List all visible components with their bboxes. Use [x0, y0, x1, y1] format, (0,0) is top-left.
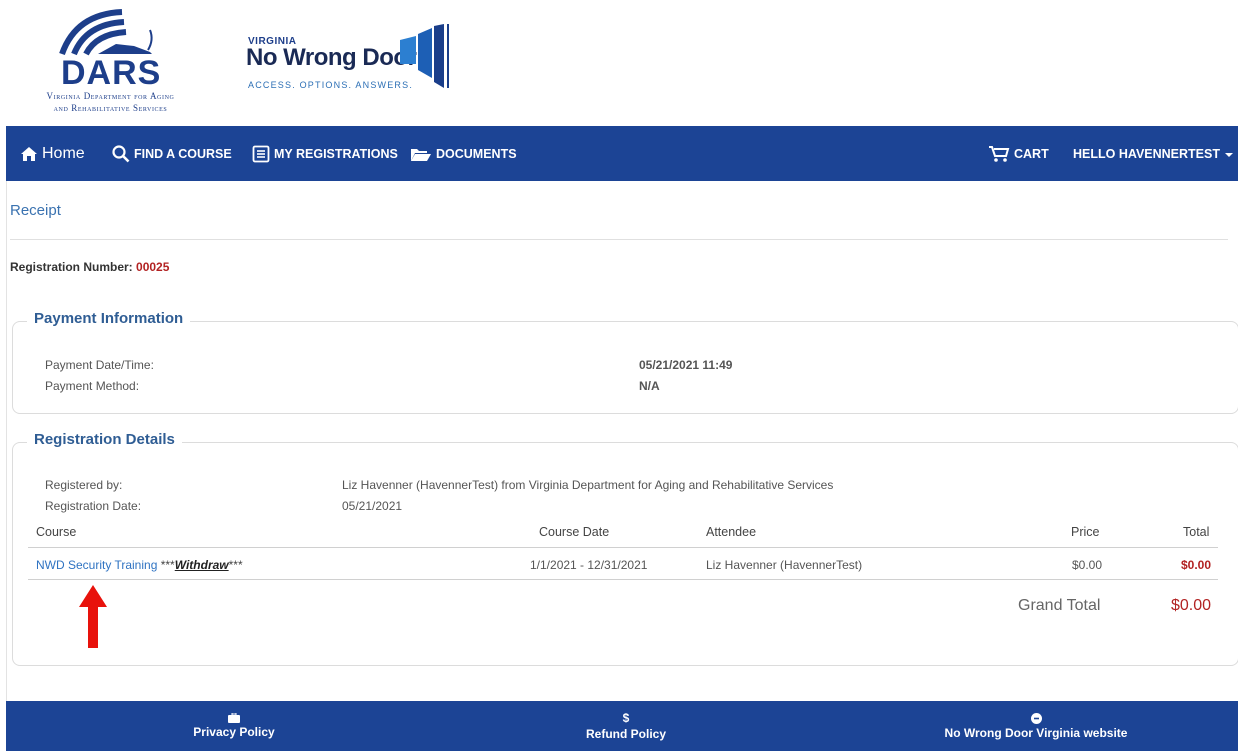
footer-nwd-label: No Wrong Door Virginia website — [944, 725, 1128, 740]
nav-user-label: HELLO HAVENNERTEST — [1073, 146, 1220, 161]
registered-by-label: Registered by: — [45, 478, 123, 492]
page-title: Receipt — [10, 202, 61, 219]
nav-documents[interactable]: DOCUMENTS — [410, 126, 517, 181]
registration-number-value: 00025 — [136, 260, 170, 274]
grand-total-value: $0.00 — [1171, 597, 1212, 614]
total-cell: $0.00 — [1181, 558, 1212, 572]
chevron-down-icon — [1225, 152, 1233, 157]
nav-my-registrations[interactable]: MY REGISTRATIONS — [252, 126, 398, 181]
nav-cart[interactable]: CART — [988, 126, 1049, 181]
page-left-border — [6, 181, 7, 701]
home-icon — [21, 146, 37, 161]
column-header-course: Course — [36, 525, 77, 539]
header-logos: DARS Virginia Department for Aging and R… — [0, 0, 1238, 126]
nwd-door-icon — [400, 24, 449, 88]
column-header-attendee: Attendee — [706, 525, 757, 539]
withdraw-prefix: *** — [160, 558, 175, 572]
registration-number-label: Registration Number: — [10, 260, 133, 274]
dollar-icon: $ — [622, 711, 630, 725]
attendee-cell: Liz Havenner (HavennerTest) — [706, 558, 863, 572]
payment-date-value: 05/21/2021 11:49 — [639, 358, 733, 372]
grand-total-label: Grand Total — [1018, 597, 1101, 614]
registration-number: Registration Number: 00025 — [10, 260, 169, 274]
course-date-cell: 1/1/2021 - 12/31/2021 — [530, 558, 648, 572]
briefcase-icon — [228, 713, 240, 723]
registration-date-label: Registration Date: — [45, 499, 142, 513]
registration-details-panel: Registration Details Registered by: Liz … — [12, 431, 1238, 666]
nav-home[interactable]: Home — [20, 126, 85, 181]
registered-by-value: Liz Havenner (HavennerTest) from Virgini… — [342, 478, 834, 492]
folder-open-icon — [411, 148, 431, 161]
payment-method-label: Payment Method: — [45, 379, 140, 393]
dars-wordmark: DARS — [61, 54, 162, 92]
column-header-price: Price — [1071, 525, 1100, 539]
table-header-divider — [28, 547, 1218, 548]
table-row-divider — [28, 579, 1218, 580]
column-header-total: Total — [1183, 525, 1210, 539]
course-link[interactable]: NWD Security Training — [36, 558, 157, 572]
cart-icon — [989, 145, 1010, 162]
nav-cart-label: CART — [1014, 146, 1049, 161]
list-document-icon — [252, 145, 270, 162]
column-header-course-date: Course Date — [539, 525, 610, 539]
footer-bar: Privacy Policy $ Refund Policy No Wrong … — [6, 701, 1238, 751]
circle-arrow-icon — [1030, 712, 1042, 724]
nav-find-a-course-label: FIND A COURSE — [134, 146, 232, 161]
nav-documents-label: DOCUMENTS — [436, 146, 517, 161]
payment-date-label: Payment Date/Time: — [45, 358, 154, 372]
nwd-logo: VIRGINIA No Wrong Door ACCESS. OPTIONS. … — [240, 24, 455, 94]
nav-find-a-course[interactable]: FIND A COURSE — [112, 126, 232, 181]
payment-method-value: N/A — [639, 379, 660, 393]
footer-nwd-website[interactable]: No Wrong Door Virginia website — [936, 701, 1136, 751]
search-icon — [112, 144, 130, 162]
payment-information-panel: Payment Information Payment Date/Time: 0… — [12, 310, 1238, 414]
nav-home-label: Home — [42, 144, 85, 162]
dars-subtitle-line1: Virginia Department for Aging — [46, 91, 175, 101]
top-navbar: Home FIND A COURSE MY REGISTRATIONS DOCU… — [6, 126, 1238, 181]
course-cell: NWD Security Training ***Withdraw*** — [36, 558, 243, 572]
footer-privacy-policy[interactable]: Privacy Policy — [174, 701, 294, 751]
registration-date-value: 05/21/2021 — [342, 499, 403, 513]
dars-subtitle: Virginia Department for Aging and Rehabi… — [8, 90, 213, 114]
footer-refund-policy[interactable]: $ Refund Policy — [566, 701, 686, 751]
withdraw-suffix: *** — [228, 558, 243, 572]
payment-information-legend: Payment Information — [27, 310, 191, 327]
dars-subtitle-line2: and Rehabilitative Services — [53, 103, 168, 113]
withdraw-link[interactable]: Withdraw — [175, 558, 229, 572]
dars-arch-icon — [59, 9, 153, 56]
footer-privacy-label: Privacy Policy — [193, 725, 275, 739]
title-divider — [10, 239, 1228, 240]
nav-user-menu[interactable]: HELLO HAVENNERTEST — [1073, 126, 1233, 181]
registration-details-legend: Registration Details — [27, 431, 182, 448]
nav-my-registrations-label: MY REGISTRATIONS — [274, 146, 398, 161]
annotation-arrow-icon — [79, 585, 107, 648]
footer-refund-label: Refund Policy — [585, 727, 666, 741]
dars-logo: DARS Virginia Department for Aging and R… — [8, 6, 213, 122]
price-cell: $0.00 — [1072, 558, 1103, 572]
